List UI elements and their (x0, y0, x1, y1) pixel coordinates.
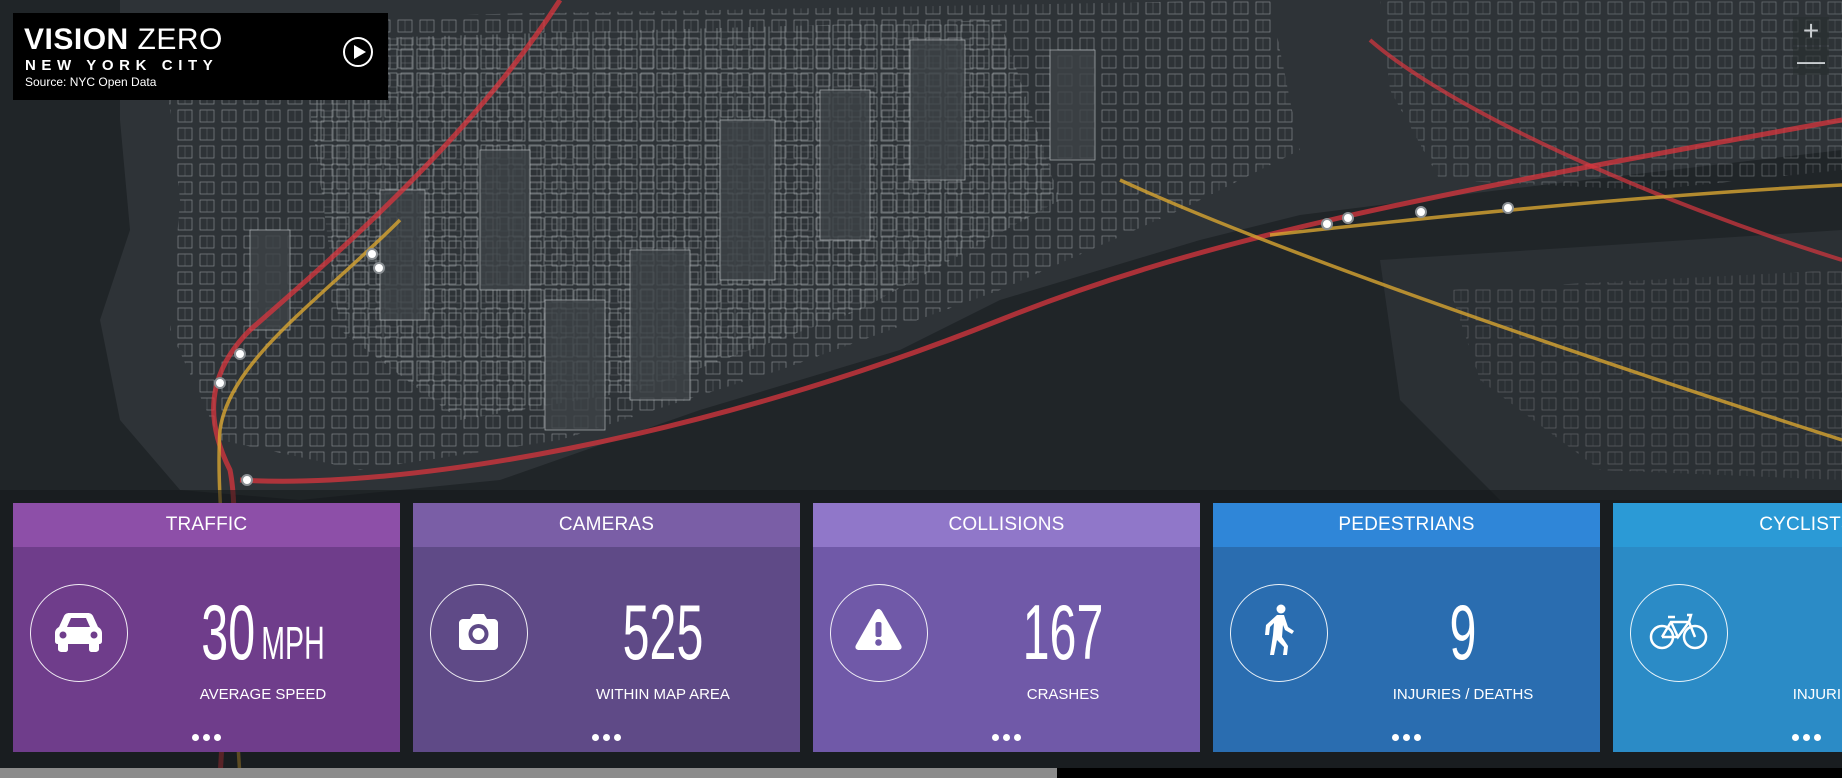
pedestrians-card[interactable]: PEDESTRIANS 9 INJURIES / DEATHS (1213, 503, 1600, 752)
card-value-number: 30 (201, 588, 256, 676)
more-dots-icon[interactable] (813, 734, 1200, 741)
zoom-in-button[interactable]: + (1793, 17, 1829, 45)
more-dots-icon[interactable] (13, 734, 400, 741)
card-label: CRASHES (1026, 686, 1100, 703)
zoom-controls: + — (1793, 17, 1829, 77)
plus-icon: + (1802, 15, 1820, 46)
title-panel: VISION ZERO NEW YORK CITY Source: NYC Op… (13, 13, 388, 100)
app-title: VISION ZERO (24, 25, 223, 55)
zoom-out-button[interactable]: — (1793, 47, 1829, 75)
camera-icon (430, 584, 528, 682)
card-label: AVERAGE SPEED (199, 686, 327, 703)
app-title-light: ZERO (137, 23, 223, 56)
app-subtitle: NEW YORK CITY (25, 57, 219, 74)
card-title: PEDESTRIANS (1213, 503, 1600, 547)
scrollbar-thumb[interactable] (0, 768, 1057, 778)
vision-zero-app: VISION ZERO NEW YORK CITY Source: NYC Op… (0, 0, 1842, 778)
card-value-number: 167 (1022, 588, 1104, 676)
card-value: 30 MPH (182, 589, 343, 686)
more-dots-icon[interactable] (1613, 734, 1842, 741)
card-value-unit: MPH (261, 617, 325, 669)
bicycle-icon (1630, 584, 1728, 682)
card-title: CAMERAS (413, 503, 800, 547)
card-value: 525 (582, 589, 743, 675)
app-title-bold: VISION (24, 23, 129, 56)
card-label: WITHIN MAP AREA (596, 686, 730, 703)
car-icon (30, 584, 128, 682)
card-value: 167 (982, 589, 1143, 675)
more-dots-icon[interactable] (1213, 734, 1600, 741)
pedestrian-icon (1230, 584, 1328, 682)
card-label: INJURIES / DEATHS (1392, 686, 1534, 703)
card-title: COLLISIONS (813, 503, 1200, 547)
warning-icon (830, 584, 928, 682)
cyclists-card[interactable]: CYCLISTS INJURIES / DEATHS (1613, 503, 1842, 752)
horizontal-scrollbar[interactable] (0, 768, 1842, 778)
card-title: CYCLISTS (1613, 503, 1842, 547)
collisions-card[interactable]: COLLISIONS 167 CRASHES (813, 503, 1200, 752)
traffic-card[interactable]: TRAFFIC 30 MPH AVERAGE SPEED (13, 503, 400, 752)
minus-icon: — (1797, 45, 1825, 76)
play-icon (354, 45, 366, 59)
play-button[interactable] (343, 37, 373, 67)
cameras-card[interactable]: CAMERAS 525 WITHIN MAP AREA (413, 503, 800, 752)
more-dots-icon[interactable] (413, 734, 800, 741)
card-title: TRAFFIC (13, 503, 400, 547)
card-value-number: 9 (1449, 588, 1477, 676)
card-label: INJURIES / DEATHS (1792, 686, 1842, 703)
data-source: Source: NYC Open Data (25, 75, 157, 89)
card-value-number: 525 (622, 588, 704, 676)
card-value: 9 (1382, 589, 1543, 675)
